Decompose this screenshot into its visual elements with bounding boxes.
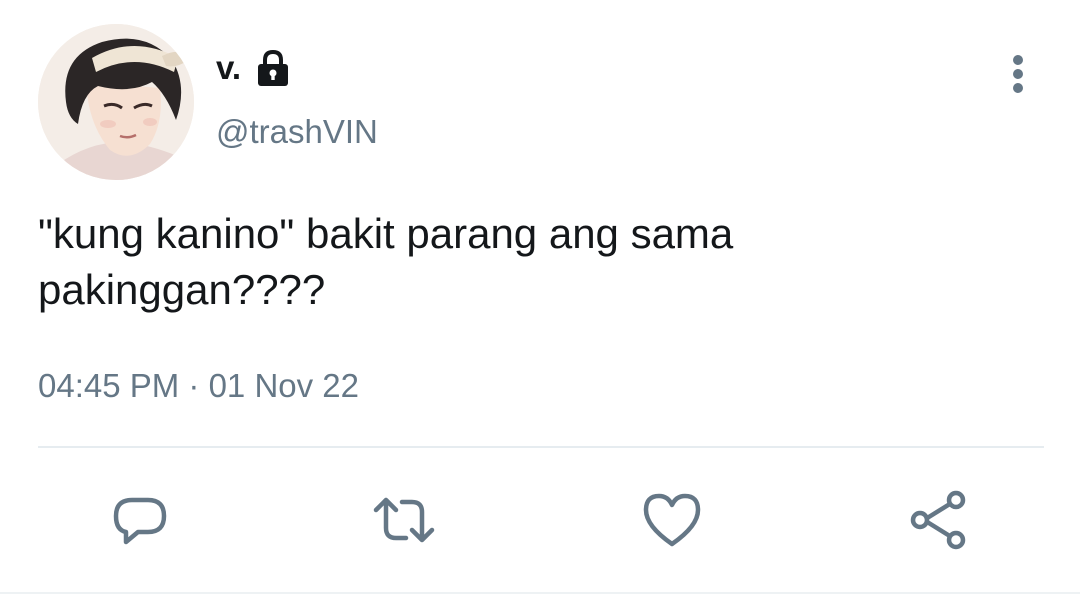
lock-icon (253, 48, 293, 88)
reply-icon (113, 497, 167, 545)
retweet-icon (373, 497, 435, 543)
avatar[interactable] (38, 24, 194, 180)
share-icon (910, 490, 966, 550)
tweet-timestamp[interactable]: 04:45 PM · 01 Nov 22 (38, 364, 359, 408)
share-button[interactable] (906, 488, 970, 552)
tweet-text: "kung kanino" bakit parang ang sama paki… (38, 210, 734, 313)
bottom-divider (0, 592, 1080, 594)
user-handle[interactable]: @trashVIN (216, 110, 378, 154)
like-button[interactable] (640, 488, 704, 552)
display-name-text: v. (216, 49, 242, 86)
display-name[interactable]: v. (216, 46, 293, 90)
more-vertical-icon[interactable] (998, 52, 1038, 96)
like-icon (643, 493, 701, 547)
divider (38, 446, 1044, 448)
reply-button[interactable] (108, 488, 172, 552)
retweet-button[interactable] (372, 488, 436, 552)
